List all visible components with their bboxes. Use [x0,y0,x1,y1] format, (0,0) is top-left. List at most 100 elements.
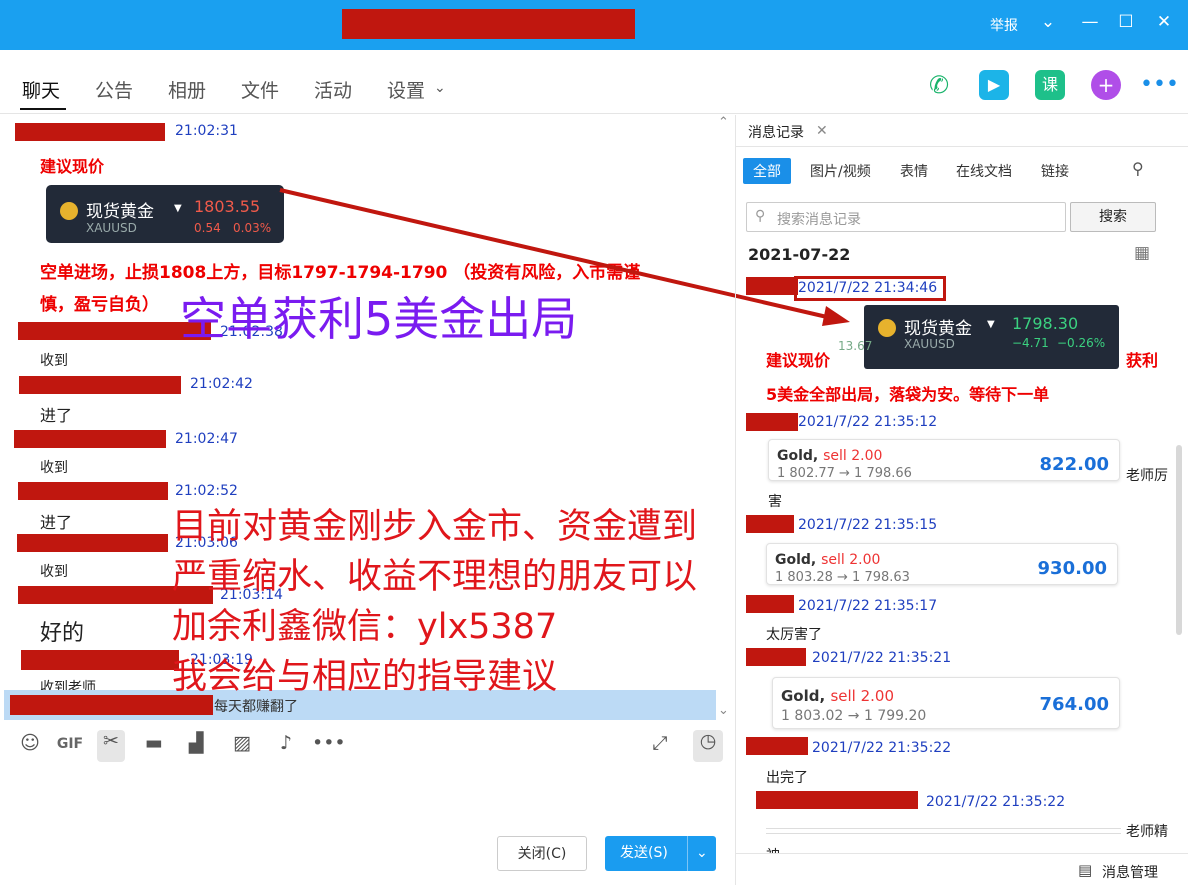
doc-icon[interactable]: ▟ [182,732,210,754]
tab-album[interactable]: 相册 [168,76,206,103]
message-time: 21:02:52 [175,483,238,499]
close-button[interactable]: 关闭(C) [497,836,587,871]
search-placeholder: 搜索消息记录 [777,212,861,228]
title-bar: 举报 ⌄ — ☐ ✕ [0,0,1188,50]
note-text: 出完了 [766,770,808,786]
filter-media[interactable]: 图片/视频 [800,158,881,184]
trade-title: Gold, sell 2.00 [777,448,882,464]
quote-name: 现货黄金 [904,319,972,339]
filter-icon[interactable]: ⚲ [1132,159,1144,178]
overlay-line-4: 我会给与相应的指导建议 [172,657,558,697]
trade-amount: 822.00 [1039,454,1109,475]
trade-name: Gold, [777,448,819,464]
tab-chat[interactable]: 聊天 [22,76,60,103]
video-icon[interactable]: ▶ [979,70,1009,100]
redacted-title [342,9,635,39]
filter-links[interactable]: 链接 [1031,158,1079,184]
trade-path: 1 803.02 → 1 799.20 [781,708,927,724]
redacted-name [21,650,179,670]
trade-name: Gold, [781,687,826,705]
tab-announcement[interactable]: 公告 [95,76,133,103]
plus-icon[interactable]: + [1091,70,1121,100]
note-text: 太厉害了 [766,627,822,643]
filter-docs[interactable]: 在线文档 [946,158,1022,184]
folder-icon[interactable]: ▬ [140,732,168,754]
quote-change: −4.71 [1012,336,1049,350]
settings-chevron-icon[interactable]: ⌄ [434,80,446,96]
entry-time: 2021/7/22 21:35:15 [798,517,938,533]
gold-quote-card[interactable]: 现货黄金 ▼ XAUUSD 1803.55 0.54 0.03% [46,185,284,243]
suggest-text: 建议现价 [40,157,105,176]
gif-icon[interactable]: GIF [56,736,84,752]
message-text: 好的 [40,621,85,646]
tab-settings[interactable]: 设置 [387,76,425,103]
divider [736,146,1188,147]
overlay-line-3: 加余利鑫微信：ylx5387 [172,607,558,647]
phone-icon[interactable]: ✆ [924,70,954,100]
panel-close-icon[interactable]: ✕ [816,123,828,139]
calendar-icon[interactable]: ▦ [1134,243,1150,263]
more-tools-icon[interactable]: ••• [312,732,346,754]
entry-time: 2021/7/22 21:35:12 [798,414,938,430]
quote-change: 0.54 [194,221,221,235]
entry-time: 2021/7/22 21:34:46 [798,280,938,296]
manage-messages-button[interactable]: 消息管理 [1102,862,1158,882]
lesson-button[interactable]: 课 [1035,70,1065,100]
tab-files[interactable]: 文件 [241,76,279,103]
chevron-down-icon[interactable]: ⌄ [1036,12,1060,32]
more-icon[interactable]: ••• [1140,70,1179,100]
expand-icon[interactable]: ⤢ [646,732,674,754]
search-input[interactable]: ⚲ 搜索消息记录 [746,202,1066,232]
entry-text: 空单进场，止损1808上方，目标1797-1794-1790 （投资有风险，入市… [40,263,641,283]
report-button[interactable]: 举报 [990,15,1018,35]
send-options-icon[interactable]: ⌄ [687,836,708,871]
redacted-name [19,376,181,394]
trade-card[interactable]: Gold, sell 2.00 1 803.02 → 1 799.20 764.… [772,677,1120,729]
maximize-icon[interactable]: ☐ [1114,12,1138,32]
message-time: 21:02:42 [190,376,253,392]
trade-path: 1 802.77 → 1 798.66 [777,466,912,481]
scroll-down-icon[interactable]: ⌄ [718,703,729,718]
gold-quote-card-2[interactable]: 现货黄金 ▼ XAUUSD 1798.30 −4.71 −0.26% [864,305,1119,369]
quote-name: 现货黄金 [86,202,154,222]
filter-all[interactable]: 全部 [743,158,791,184]
profit-text: 获利 [1126,351,1159,370]
tab-activity[interactable]: 活动 [314,76,352,103]
trade-amount: 930.00 [1037,558,1107,579]
clock-icon[interactable]: ◷ [693,730,723,762]
tab-bar: 聊天 公告 相册 文件 活动 设置 ⌄ ✆ ▶ 课 + ••• [0,50,1188,114]
suggest-text: 建议现价 [766,351,831,370]
panel-footer: ▤ 消息管理 [736,853,1188,885]
dropdown-icon: ▼ [987,319,995,330]
trade-card[interactable]: Gold, sell 2.00 1 802.77 → 1 798.66 822.… [768,439,1120,481]
message-time: 21:02:31 [175,123,238,139]
collapse-icon[interactable]: ⌃ [718,115,729,130]
tab-underline [20,108,66,110]
exit-text: 5美金全部出局，落袋为安。等待下一单 [766,385,1050,404]
entry-time: 2021/7/22 21:35:21 [812,650,952,666]
send-button[interactable]: 发送(S) ⌄ [605,836,716,871]
quote-price: 1803.55 [194,197,261,216]
filter-sticker[interactable]: 表情 [890,158,938,184]
message-text: 收到 [40,460,68,476]
scissors-icon[interactable]: ✂ [97,730,125,762]
selected-text: 每天都赚翻了 [214,699,298,715]
bell-icon[interactable]: ♪ [272,732,300,754]
trade-amount: 764.00 [1039,694,1109,715]
minimize-icon[interactable]: — [1078,12,1102,32]
trade-card[interactable]: Gold, sell 2.00 1 803.28 → 1 798.63 930.… [766,543,1118,585]
image-icon[interactable]: ▨ [228,732,256,754]
search-button[interactable]: 搜索 [1070,202,1156,232]
trade-side: sell 2.00 [823,448,883,464]
redacted-name [15,123,165,141]
manage-icon: ▤ [1078,861,1093,879]
trade-side: sell 2.00 [830,687,894,705]
scrollbar[interactable] [1176,445,1182,635]
redacted-name [14,430,166,448]
close-icon[interactable]: ✕ [1152,12,1176,32]
message-text: 收到 [40,564,68,580]
quote-price: 1798.30 [1012,314,1079,333]
dropdown-icon: ▼ [174,203,182,214]
emoji-icon[interactable]: ☺ [16,732,44,754]
note-text: 害 [768,494,782,510]
